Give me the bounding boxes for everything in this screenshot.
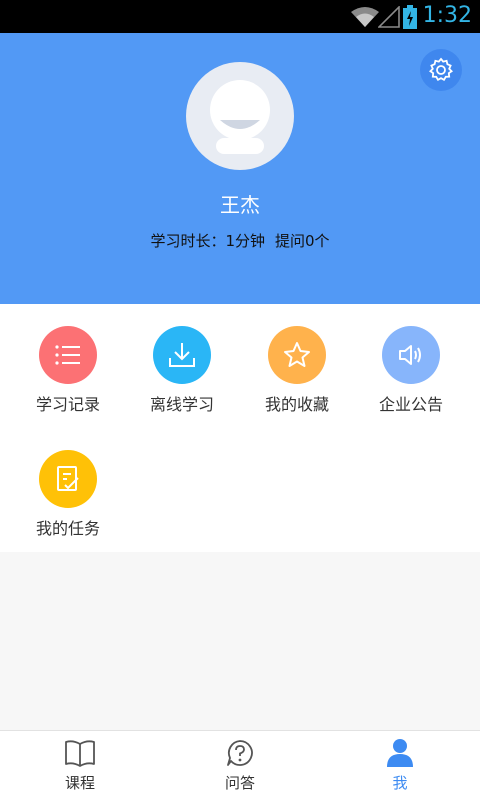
menu-grid: 学习记录 离线学习 我的收藏 企业公告 我的任务 xyxy=(0,304,480,552)
avatar[interactable] xyxy=(186,62,294,170)
menu-item-icon-bg xyxy=(268,326,326,384)
menu-item-announcements[interactable]: 企业公告 xyxy=(361,326,461,415)
book-icon xyxy=(65,740,95,767)
profile-stats: 学习时长：1分钟 提问0个 xyxy=(0,230,480,251)
menu-item-offline-study[interactable]: 离线学习 xyxy=(132,326,232,415)
nav-item-courses[interactable]: 课程 xyxy=(30,737,130,793)
profile-header: 王杰 学习时长：1分钟 提问0个 xyxy=(0,33,480,304)
menu-item-label: 学习记录 xyxy=(35,395,100,414)
avatar-placeholder-icon xyxy=(210,80,270,154)
menu-item-study-record[interactable]: 学习记录 xyxy=(18,326,118,415)
speaker-icon xyxy=(399,345,421,365)
wifi-icon xyxy=(351,7,379,27)
menu-item-label: 我的任务 xyxy=(35,519,100,538)
username: 王杰 xyxy=(220,193,260,217)
bottom-nav: 课程 问答 我 xyxy=(0,730,480,801)
signal-icon xyxy=(378,6,400,28)
menu-item-icon-bg xyxy=(382,326,440,384)
status-bar: 1:32 xyxy=(0,0,480,33)
menu-item-icon-bg xyxy=(39,450,97,508)
menu-item-label: 企业公告 xyxy=(378,395,443,414)
nav-label: 课程 xyxy=(64,774,95,792)
nav-item-qa[interactable]: 问答 xyxy=(190,737,290,793)
battery-charging-icon xyxy=(403,5,417,29)
menu-item-icon-bg xyxy=(39,326,97,384)
nav-label: 我 xyxy=(392,774,408,792)
menu-item-my-tasks[interactable]: 我的任务 xyxy=(18,450,118,539)
list-icon xyxy=(55,345,80,365)
person-icon xyxy=(387,739,413,767)
menu-item-icon-bg xyxy=(153,326,211,384)
question-icon xyxy=(227,740,253,766)
task-icon xyxy=(57,466,79,491)
gear-icon xyxy=(429,57,453,81)
menu-item-favorites[interactable]: 我的收藏 xyxy=(247,326,347,415)
menu-item-label: 我的收藏 xyxy=(264,395,329,414)
settings-button[interactable] xyxy=(420,49,462,91)
download-icon xyxy=(169,343,195,367)
star-icon xyxy=(284,342,310,367)
question-count: 提问0个 xyxy=(275,232,330,250)
nav-item-me[interactable]: 我 xyxy=(350,737,450,793)
menu-item-label: 离线学习 xyxy=(149,395,214,414)
status-time: 1:32 xyxy=(422,3,472,28)
study-time: 学习时长：1分钟 xyxy=(150,232,265,250)
nav-label: 问答 xyxy=(224,774,255,792)
